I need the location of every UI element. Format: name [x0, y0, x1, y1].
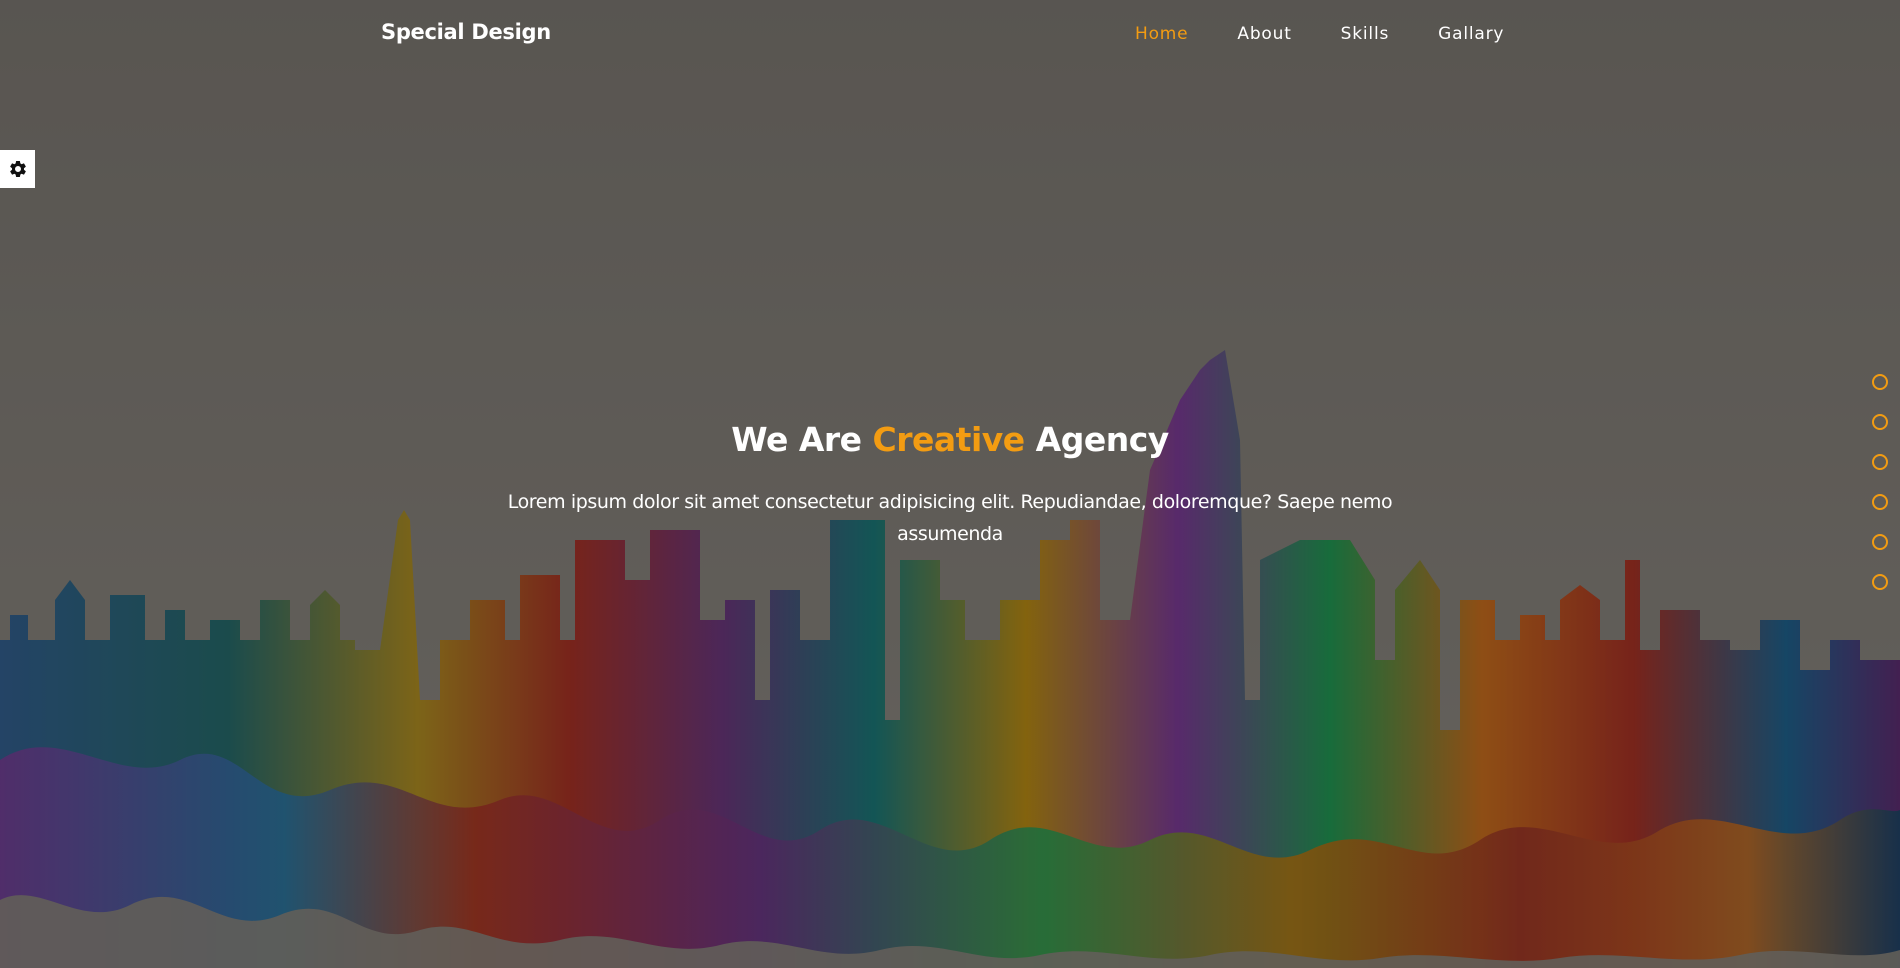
hero-heading: We Are Creative Agency — [0, 420, 1900, 459]
nav-link-home[interactable]: Home — [1135, 24, 1188, 44]
nav-link-about[interactable]: About — [1237, 24, 1291, 44]
heading-accent: Creative — [872, 420, 1026, 459]
nav-bullet[interactable] — [1872, 374, 1888, 390]
nav-bullet[interactable] — [1872, 534, 1888, 550]
heading-part2: Agency — [1035, 420, 1170, 459]
gear-icon — [9, 160, 26, 178]
heading-part1: We Are — [731, 420, 862, 459]
nav-bullet[interactable] — [1872, 574, 1888, 590]
hero-paragraph: Lorem ipsum dolor sit amet consectetur a… — [507, 491, 1393, 545]
nav-bullets — [1872, 374, 1888, 614]
settings-toggle-button[interactable] — [0, 150, 35, 188]
header: Special Design Home About Skills Gallary — [0, 0, 1900, 74]
nav-link-gallary[interactable]: Gallary — [1438, 24, 1504, 44]
landing-hero: Special Design Home About Skills Gallary… — [0, 0, 1900, 968]
nav-bullet[interactable] — [1872, 494, 1888, 510]
logo[interactable]: Special Design — [381, 20, 551, 44]
nav-link-skills[interactable]: Skills — [1341, 24, 1389, 44]
main-nav: Home About Skills Gallary — [1135, 24, 1504, 44]
dark-overlay — [0, 0, 1900, 968]
